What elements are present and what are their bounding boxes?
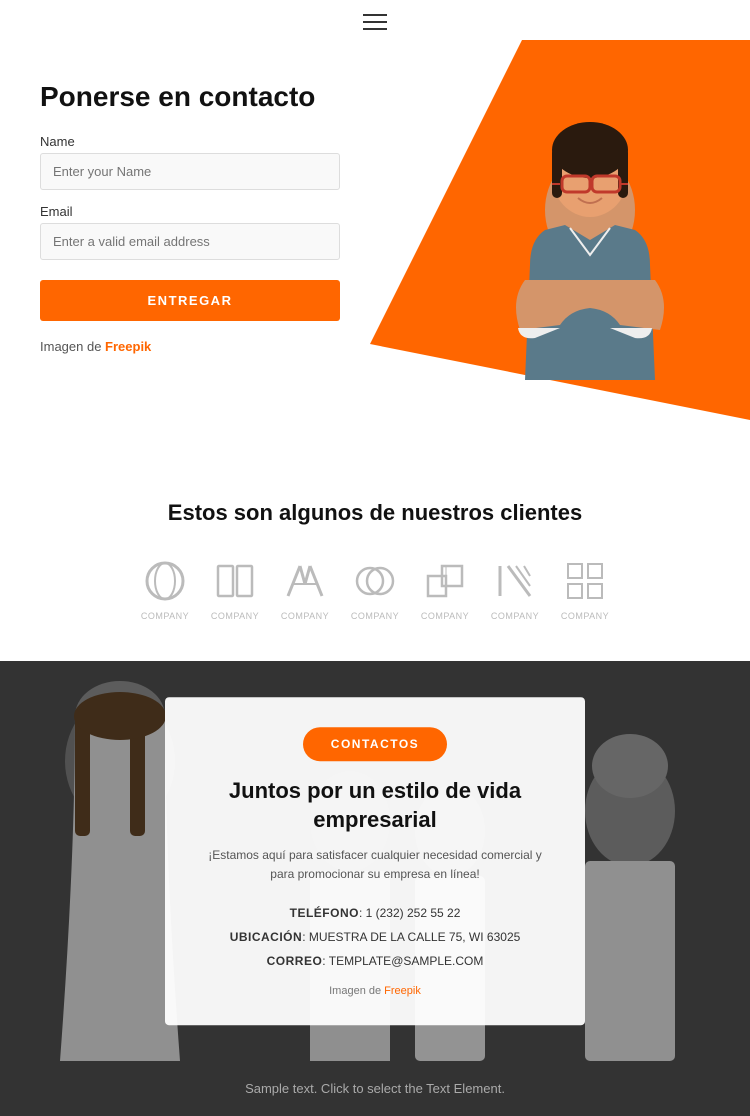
freepik-link[interactable]: Freepik [105, 339, 151, 354]
email-value: : TEMPLATE@SAMPLE.COM [322, 954, 483, 968]
banner-title: Juntos por un estilo de vida empresarial [200, 777, 550, 834]
clients-section: Estos son algunos de nuestros clientes C… [0, 460, 750, 661]
list-item: COMPANY [280, 556, 330, 621]
phone-label: TELÉFONO [290, 906, 359, 920]
location-value: : MUESTRA DE LA CALLE 75, WI 63025 [302, 930, 520, 944]
hero-content: Ponerse en contacto Name Email ENTREGAR … [40, 80, 340, 354]
credit-prefix: Imagen de [40, 339, 105, 354]
location-line: UBICACIÓN: MUESTRA DE LA CALLE 75, WI 63… [200, 925, 550, 949]
clients-title: Estos son algunos de nuestros clientes [30, 500, 720, 526]
contact-banner: CONTACTOS Juntos por un estilo de vida e… [0, 661, 750, 1061]
clients-logos: COMPANY COMPANY COMPANY [30, 556, 720, 621]
submit-button[interactable]: ENTREGAR [40, 280, 340, 321]
email-line: CORREO: TEMPLATE@SAMPLE.COM [200, 949, 550, 973]
name-label: Name [40, 134, 340, 149]
hero-title: Ponerse en contacto [40, 80, 340, 114]
list-item: COMPANY [490, 556, 540, 621]
email-input[interactable] [40, 223, 340, 260]
name-form-group: Name [40, 134, 340, 190]
contactos-button[interactable]: CONTACTOS [303, 727, 447, 761]
footer: Sample text. Click to select the Text El… [0, 1061, 750, 1116]
hero-credit: Imagen de Freepik [40, 339, 340, 354]
email-form-group: Email [40, 204, 340, 260]
phone-value: : 1 (232) 252 55 22 [359, 906, 460, 920]
banner-freepik-link[interactable]: Freepik [384, 985, 421, 997]
email-label: Email [40, 204, 340, 219]
banner-card: CONTACTOS Juntos por un estilo de vida e… [165, 697, 585, 1025]
footer-text[interactable]: Sample text. Click to select the Text El… [20, 1081, 730, 1096]
banner-credit: Imagen de Freepik [200, 985, 550, 997]
location-label: UBICACIÓN [230, 930, 303, 944]
list-item: COMPANY [420, 556, 470, 621]
contact-details: TELÉFONO: 1 (232) 252 55 22 UBICACIÓN: M… [200, 901, 550, 973]
list-item: COMPANY [560, 556, 610, 621]
hero-image [330, 40, 750, 460]
hero-section: Ponerse en contacto Name Email ENTREGAR … [0, 40, 750, 460]
name-input[interactable] [40, 153, 340, 190]
email-label: CORREO [267, 954, 323, 968]
phone-line: TELÉFONO: 1 (232) 252 55 22 [200, 901, 550, 925]
hamburger-icon[interactable] [363, 14, 387, 30]
list-item: COMPANY [350, 556, 400, 621]
list-item: COMPANY [210, 556, 260, 621]
banner-description: ¡Estamos aquí para satisfacer cualquier … [200, 846, 550, 884]
header [0, 0, 750, 40]
list-item: COMPANY [140, 556, 190, 621]
banner-credit-prefix: Imagen de [329, 985, 384, 997]
